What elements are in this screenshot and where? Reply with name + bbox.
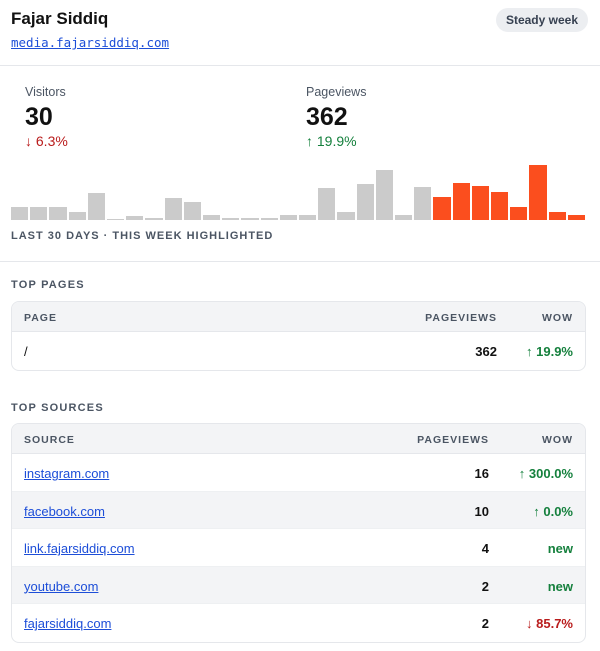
site-name: Fajar Siddiq bbox=[11, 9, 109, 28]
visitors-change: ↓ 6.3% bbox=[25, 133, 68, 149]
source-link[interactable]: link.fajarsiddiq.com bbox=[24, 541, 135, 556]
source-pageviews: 2 bbox=[481, 578, 489, 594]
chart-bar-day-23 bbox=[433, 197, 451, 220]
source-pageviews: 10 bbox=[474, 503, 489, 519]
chart-bar-day-30 bbox=[567, 215, 585, 220]
site-url-link[interactable]: media.fajarsiddiq.com bbox=[11, 35, 169, 50]
chart-bar-day-14 bbox=[260, 218, 278, 220]
top-pages-title: TOP PAGES bbox=[11, 279, 85, 291]
source-wow: new bbox=[547, 578, 573, 594]
page-path: / bbox=[24, 344, 28, 359]
chart-bar-day-8 bbox=[145, 218, 163, 220]
chart-bar-day-10 bbox=[183, 202, 201, 220]
chart-bar-day-2 bbox=[30, 207, 48, 220]
source-wow: ↓ 85.7% bbox=[526, 616, 573, 631]
pageviews-value: 362 bbox=[306, 103, 348, 131]
chart-bar-day-9 bbox=[164, 198, 182, 220]
chart-caption: LAST 30 DAYS · THIS WEEK HIGHLIGHTED bbox=[11, 230, 274, 242]
source-link[interactable]: facebook.com bbox=[24, 504, 105, 519]
top-sources-header: SOURCE PAGEVIEWS WOW bbox=[12, 424, 585, 454]
source-wow: ↑ 0.0% bbox=[533, 503, 573, 519]
top-pages-header: PAGE PAGEVIEWS WOW bbox=[12, 302, 585, 332]
source-link[interactable]: youtube.com bbox=[24, 579, 98, 594]
chart-bar-day-29 bbox=[548, 212, 566, 220]
top-sources-title: TOP SOURCES bbox=[11, 402, 104, 414]
column-pageviews: PAGEVIEWS bbox=[425, 312, 497, 324]
chart-bar-day-16 bbox=[299, 215, 317, 220]
column-page: PAGE bbox=[24, 312, 57, 324]
chart-bar-day-11 bbox=[203, 215, 221, 220]
stats-panel: Visitors 30 ↓ 6.3% Pageviews 362 ↑ 19.9%… bbox=[0, 66, 600, 262]
chart-bar-day-24 bbox=[452, 183, 470, 220]
pageviews-label: Pageviews bbox=[306, 85, 367, 99]
chart-bar-day-25 bbox=[471, 186, 489, 220]
table-row: fajarsiddiq.com 2 ↓ 85.7% bbox=[12, 604, 585, 642]
column-source: SOURCE bbox=[24, 434, 75, 446]
source-pageviews: 16 bbox=[474, 466, 489, 481]
source-wow: new bbox=[547, 541, 573, 556]
chart-bar-day-17 bbox=[318, 188, 336, 220]
status-badge: Steady week bbox=[495, 8, 588, 32]
chart-bar-day-4 bbox=[68, 212, 86, 220]
visitors-value: 30 bbox=[25, 103, 53, 131]
chart-bar-day-7 bbox=[126, 216, 144, 220]
chart-bar-day-27 bbox=[510, 207, 528, 220]
source-pageviews: 2 bbox=[481, 616, 489, 631]
source-pageviews: 4 bbox=[481, 541, 489, 556]
chart-bar-day-1 bbox=[11, 207, 29, 220]
daily-visits-bar-chart bbox=[11, 148, 587, 220]
site-header: Fajar Siddiq media.fajarsiddiq.com Stead… bbox=[0, 0, 600, 66]
table-row: instagram.com 16 ↑ 300.0% bbox=[12, 454, 585, 492]
page-wow: ↑ 19.9% bbox=[526, 344, 573, 359]
chart-bar-day-21 bbox=[395, 215, 413, 220]
chart-bar-day-18 bbox=[337, 212, 355, 220]
column-pageviews: PAGEVIEWS bbox=[417, 434, 489, 446]
chart-bar-day-6 bbox=[107, 218, 125, 220]
chart-bar-day-12 bbox=[222, 218, 240, 220]
chart-bar-day-15 bbox=[279, 215, 297, 220]
chart-bar-day-22 bbox=[414, 187, 432, 220]
page-pageviews: 362 bbox=[475, 344, 497, 359]
column-wow: WOW bbox=[542, 312, 573, 324]
pageviews-change: ↑ 19.9% bbox=[306, 133, 357, 149]
chart-bar-day-3 bbox=[49, 207, 67, 220]
source-link[interactable]: instagram.com bbox=[24, 466, 109, 481]
chart-bar-day-5 bbox=[87, 193, 105, 220]
chart-bar-day-20 bbox=[375, 170, 393, 220]
source-wow: ↑ 300.0% bbox=[518, 466, 573, 481]
table-row: facebook.com 10 ↑ 0.0% bbox=[12, 491, 585, 529]
table-row: link.fajarsiddiq.com 4 new bbox=[12, 529, 585, 567]
chart-bar-day-26 bbox=[491, 192, 509, 220]
column-wow: WOW bbox=[542, 434, 573, 446]
chart-bar-day-19 bbox=[356, 184, 374, 220]
top-sources-table: SOURCE PAGEVIEWS WOW instagram.com 16 ↑ … bbox=[11, 423, 586, 643]
visitors-label: Visitors bbox=[25, 85, 66, 99]
chart-bar-day-28 bbox=[529, 165, 547, 220]
top-pages-table: PAGE PAGEVIEWS WOW / 362 ↑ 19.9% bbox=[11, 301, 586, 371]
table-row: youtube.com 2 new bbox=[12, 566, 585, 604]
source-link[interactable]: fajarsiddiq.com bbox=[24, 616, 111, 631]
chart-bar-day-13 bbox=[241, 218, 259, 220]
table-row: / 362 ↑ 19.9% bbox=[12, 332, 585, 370]
